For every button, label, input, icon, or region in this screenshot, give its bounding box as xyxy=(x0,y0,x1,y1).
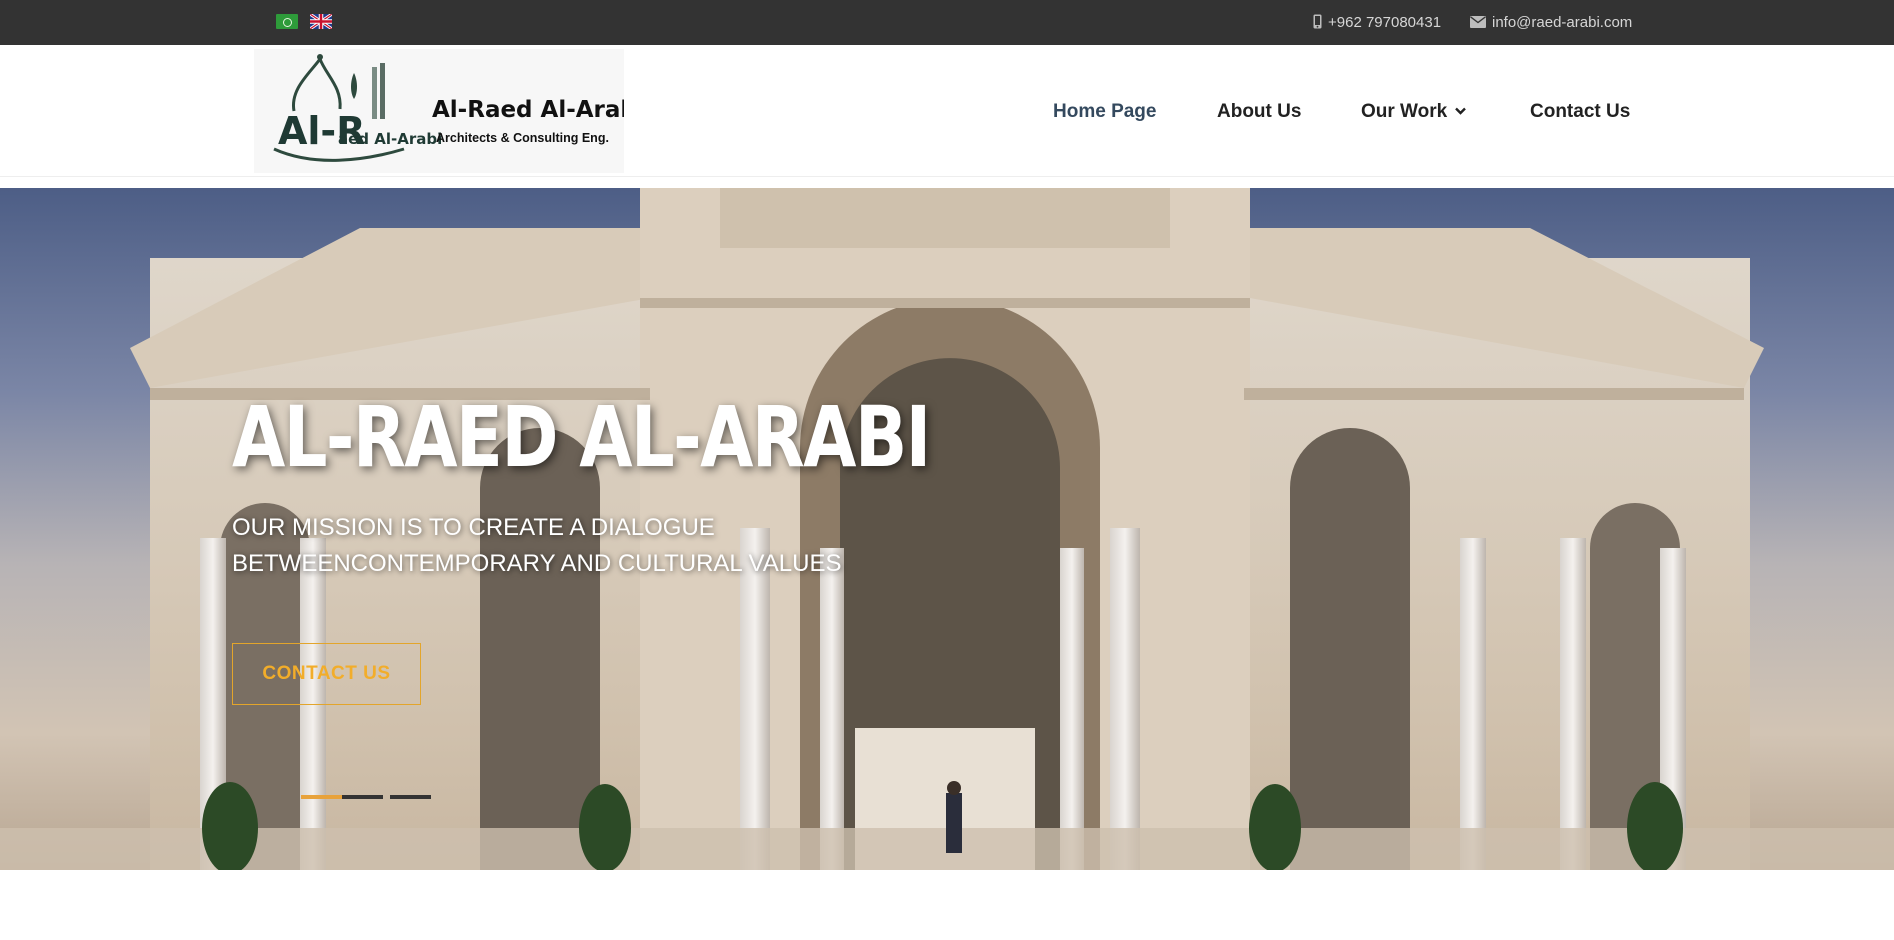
envelope-icon xyxy=(1470,15,1486,30)
phone-number[interactable]: +962 797080431 xyxy=(1328,14,1441,31)
hero-subtitle: OUR MISSION IS TO CREATE A DIALOGUE BETW… xyxy=(232,510,872,582)
nav-home-page[interactable]: Home Page xyxy=(1053,101,1156,125)
hero-slider: AL-RAED AL-ARABI OUR MISSION IS TO CREAT… xyxy=(0,188,1894,870)
slide-indicator-1[interactable] xyxy=(301,795,342,799)
uk-flag-icon[interactable] xyxy=(310,14,332,29)
logo-subtitle: Architects & Consulting Eng. xyxy=(436,131,609,145)
logo-title: Al-Raed Al-Arabi xyxy=(432,97,624,123)
hero-title: AL-RAED AL-ARABI xyxy=(232,388,931,486)
hero-subtitle-line-2: BETWEENCONTEMPORARY AND CULTURAL VALUES xyxy=(232,550,842,577)
top-bar: +962 797080431 info@raed-arabi.com xyxy=(0,0,1894,45)
slide-indicator-2[interactable] xyxy=(342,795,383,799)
hero-subtitle-line-1: OUR MISSION IS TO CREATE A DIALOGUE xyxy=(232,514,715,541)
nav-about-us[interactable]: About Us xyxy=(1217,101,1301,125)
slide-indicator-3[interactable] xyxy=(390,795,431,799)
company-logo[interactable]: Al-R aed Al-Arabi Al-Raed Al-Arabi Archi… xyxy=(254,49,645,173)
email-contact[interactable]: info@raed-arabi.com xyxy=(1470,14,1632,31)
svg-text:aed Al-Arabi: aed Al-Arabi xyxy=(338,130,442,148)
phone-contact[interactable]: +962 797080431 xyxy=(1313,14,1441,31)
nav-contact-us[interactable]: Contact Us xyxy=(1530,101,1630,125)
arabic-flag-icon[interactable] xyxy=(276,14,298,29)
email-address[interactable]: info@raed-arabi.com xyxy=(1492,14,1632,31)
contact-us-button[interactable]: CONTACT US xyxy=(232,643,421,705)
nav-our-work-label: Our Work xyxy=(1361,101,1448,122)
mobile-phone-icon xyxy=(1313,14,1322,31)
site-header: Al-R aed Al-Arabi Al-Raed Al-Arabi Archi… xyxy=(0,45,1894,177)
chevron-down-icon xyxy=(1455,103,1467,118)
nav-our-work[interactable]: Our Work xyxy=(1361,101,1467,125)
slider-pagination xyxy=(301,795,431,799)
